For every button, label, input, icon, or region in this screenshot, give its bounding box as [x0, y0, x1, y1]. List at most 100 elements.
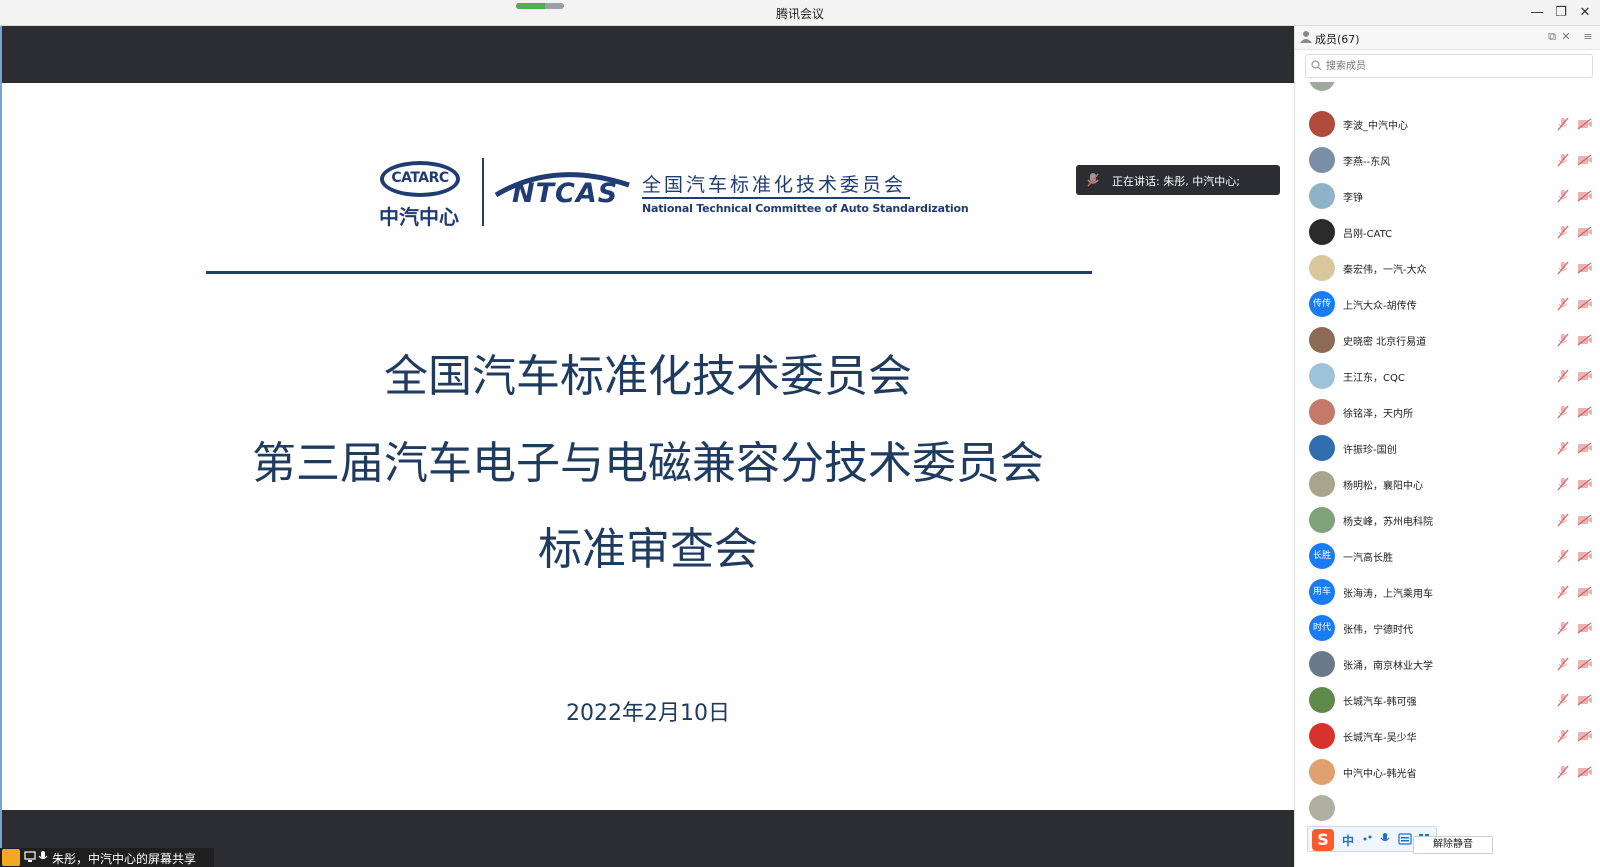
camera-off-icon[interactable] — [1577, 514, 1593, 526]
window-title: 腾讯会议 — [775, 7, 824, 21]
shared-screen-stage: CATARC 中汽中心 NTCAS 全国汽车标准化技术委员会 National … — [2, 26, 1294, 867]
camera-off-icon[interactable] — [1577, 226, 1593, 238]
camera-off-icon[interactable] — [1577, 730, 1593, 742]
mic-muted-icon[interactable] — [1557, 621, 1569, 635]
camera-off-icon[interactable] — [1577, 370, 1593, 382]
voice-input-icon[interactable] — [1380, 832, 1390, 846]
avatar — [1309, 183, 1335, 209]
mic-muted-icon[interactable] — [1557, 117, 1569, 131]
member-name: 徐铭泽，天内所 — [1343, 409, 1413, 420]
member-row[interactable]: 吕刚-CATC — [1295, 214, 1600, 250]
member-row[interactable]: 用车 张海涛，上汽乘用车 — [1295, 574, 1600, 610]
member-row[interactable]: 时代 张伟，宁德时代 — [1295, 610, 1600, 646]
member-row[interactable]: 史晓密 北京行易道 — [1295, 322, 1600, 358]
member-row[interactable]: 杨明松，襄阳中心 — [1295, 466, 1600, 502]
mic-muted-icon[interactable] — [1557, 477, 1569, 491]
member-panel-title: 成员(67) — [1315, 33, 1360, 46]
slide-title-line-3: 标准审查会 — [538, 524, 758, 575]
mic-muted-icon[interactable] — [1557, 261, 1569, 275]
camera-off-icon[interactable] — [1577, 550, 1593, 562]
unmute-all-button[interactable]: 解除静音 — [1413, 836, 1493, 854]
org-name-en: National Technical Committee of Auto Sta… — [642, 202, 969, 215]
avatar — [1309, 759, 1335, 785]
camera-off-icon[interactable] — [1577, 262, 1593, 274]
mic-muted-icon[interactable] — [1557, 405, 1569, 419]
member-row[interactable]: 许振珍-国创 — [1295, 430, 1600, 466]
member-row[interactable]: 徐铭泽，天内所 — [1295, 394, 1600, 430]
member-name: 张涌，南京林业大学 — [1343, 661, 1433, 672]
camera-off-icon[interactable] — [1577, 118, 1593, 130]
minimize-button[interactable]: — — [1528, 4, 1546, 22]
member-row[interactable]: 传传 上汽大众-胡传传 — [1295, 286, 1600, 322]
mic-muted-icon[interactable] — [1557, 765, 1569, 779]
camera-off-icon[interactable] — [1577, 694, 1593, 706]
popout-icon[interactable]: ⧉ — [1545, 30, 1559, 44]
camera-off-icon[interactable] — [1577, 298, 1593, 310]
sogou-ime-icon[interactable]: S — [1312, 829, 1334, 851]
member-name: 许振珍-国创 — [1343, 445, 1397, 456]
camera-off-icon[interactable] — [1577, 334, 1593, 346]
camera-off-icon[interactable] — [1577, 586, 1593, 598]
member-row-partial[interactable] — [1295, 82, 1600, 96]
search-icon — [1311, 60, 1322, 71]
mic-muted-icon[interactable] — [1557, 657, 1569, 671]
member-row[interactable]: 长城汽车-韩可强 — [1295, 682, 1600, 718]
member-row-partial[interactable] — [1295, 790, 1600, 826]
more-menu-icon[interactable]: ≡ — [1581, 30, 1595, 44]
camera-off-icon[interactable] — [1577, 658, 1593, 670]
mic-muted-icon[interactable] — [1557, 297, 1569, 311]
camera-off-icon[interactable] — [1577, 406, 1593, 418]
ime-mode-indicator[interactable]: 中 — [1342, 832, 1354, 849]
presentation-slide: CATARC 中汽中心 NTCAS 全国汽车标准化技术委员会 National … — [2, 83, 1294, 847]
title-bar: 腾讯会议 — ❐ ✕ — [0, 0, 1600, 26]
mic-muted-icon[interactable] — [1557, 513, 1569, 527]
member-name: 史晓密 北京行易道 — [1343, 337, 1427, 348]
member-search-input[interactable] — [1326, 58, 1586, 74]
member-name: 张伟，宁德时代 — [1343, 625, 1413, 636]
avatar: 长胜 — [1309, 543, 1335, 569]
member-row[interactable]: 李波_中汽中心 — [1295, 106, 1600, 142]
member-row[interactable]: 长胜 一汽高长胜 — [1295, 538, 1600, 574]
member-row[interactable]: 长城汽车-吴少华 — [1295, 718, 1600, 754]
camera-off-icon[interactable] — [1577, 190, 1593, 202]
member-row[interactable]: 张涌，南京林业大学 — [1295, 646, 1600, 682]
member-row[interactable]: 秦宏伟，一汽-大众 — [1295, 250, 1600, 286]
camera-off-icon[interactable] — [1577, 766, 1593, 778]
screen-share-indicator[interactable]: 朱彤，中汽中心的屏幕共享 — [0, 848, 214, 867]
member-row[interactable]: 李燕--东风 — [1295, 142, 1600, 178]
mic-muted-icon[interactable] — [1557, 549, 1569, 563]
user-avatar-icon — [2, 849, 20, 866]
mic-muted-icon[interactable] — [1557, 693, 1569, 707]
close-button[interactable]: ✕ — [1576, 4, 1594, 22]
member-name: 杨支峰，苏州电科院 — [1343, 517, 1433, 528]
avatar — [1309, 795, 1335, 821]
mic-muted-icon[interactable] — [1557, 153, 1569, 167]
slide-date: 2022年2月10日 — [566, 701, 730, 726]
member-row[interactable]: 李铮 — [1295, 178, 1600, 214]
member-row[interactable]: 王江东，CQC — [1295, 358, 1600, 394]
member-name: 王江东，CQC — [1343, 373, 1405, 384]
mic-muted-icon[interactable] — [1557, 225, 1569, 239]
member-row[interactable]: 中汽中心-韩光省 — [1295, 754, 1600, 790]
member-row[interactable]: 杨支峰，苏州电科院 — [1295, 502, 1600, 538]
avatar — [1309, 219, 1335, 245]
mic-muted-icon[interactable] — [1557, 585, 1569, 599]
member-search[interactable] — [1305, 54, 1593, 78]
close-panel-icon[interactable]: ✕ — [1559, 30, 1573, 44]
camera-off-icon[interactable] — [1577, 478, 1593, 490]
speaking-text: 正在讲话: 朱彤, 中汽中心; — [1112, 175, 1240, 188]
mic-muted-icon[interactable] — [1557, 729, 1569, 743]
mic-muted-icon[interactable] — [1557, 441, 1569, 455]
member-name: 长城汽车-吴少华 — [1343, 733, 1417, 744]
punctuation-icon[interactable] — [1362, 833, 1374, 845]
mic-muted-icon[interactable] — [1557, 189, 1569, 203]
camera-off-icon[interactable] — [1577, 442, 1593, 454]
camera-off-icon[interactable] — [1577, 154, 1593, 166]
mic-muted-icon[interactable] — [1557, 333, 1569, 347]
mic-muted-icon[interactable] — [1557, 369, 1569, 383]
camera-off-icon[interactable] — [1577, 622, 1593, 634]
keyboard-icon[interactable] — [1398, 833, 1412, 845]
restore-button[interactable]: ❐ — [1552, 4, 1570, 22]
member-name: 一汽高长胜 — [1343, 553, 1393, 564]
avatar — [1309, 651, 1335, 677]
